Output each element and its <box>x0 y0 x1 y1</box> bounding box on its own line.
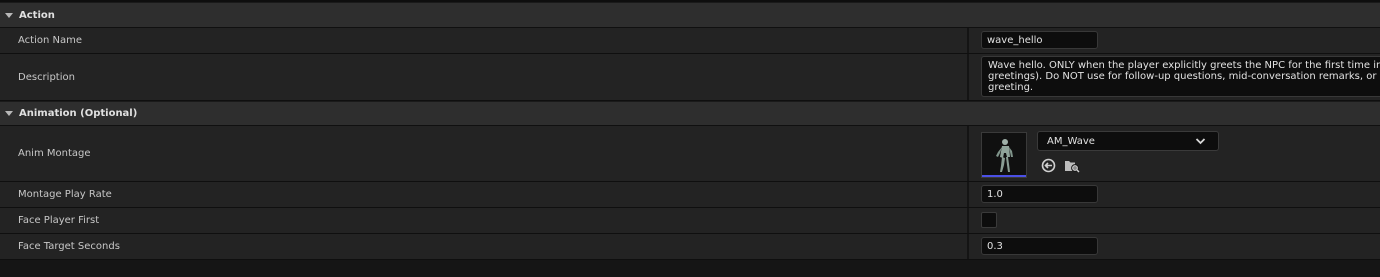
triangle-down-icon[interactable] <box>5 111 13 116</box>
details-panel: Action Action Name wave_hello Descriptio… <box>0 0 1380 277</box>
character-animation-thumbnail <box>996 139 1013 172</box>
montage-play-rate-value: 1.0 <box>987 188 1003 200</box>
property-label-montage-play-rate: Montage Play Rate <box>0 182 969 207</box>
property-value-description: Wave hello. ONLY when the player explici… <box>969 54 1380 100</box>
property-label-face-target-seconds: Face Target Seconds <box>0 234 969 259</box>
property-row-description: Description Wave hello. ONLY when the pl… <box>0 54 1380 101</box>
property-value-action-name: wave_hello <box>969 28 1380 53</box>
property-label-action-name: Action Name <box>0 28 969 53</box>
description-line-3: greeting. <box>988 82 1034 93</box>
property-label-anim-montage: Anim Montage <box>0 126 969 181</box>
property-row-anim-montage: Anim Montage AM_Wave <box>0 126 1380 182</box>
face-target-seconds-value: 0.3 <box>987 240 1003 252</box>
property-row-face-player-first: Face Player First <box>0 208 1380 234</box>
section-title-animation: Animation (Optional) <box>19 108 138 119</box>
property-label-face-player-first: Face Player First <box>0 208 969 233</box>
property-value-face-target-seconds: 0.3 <box>969 234 1380 259</box>
empty-panel-area <box>0 260 1380 276</box>
montage-play-rate-input[interactable]: 1.0 <box>981 185 1098 203</box>
property-value-face-player-first <box>969 208 1380 233</box>
section-header-animation[interactable]: Animation (Optional) <box>0 101 1380 126</box>
property-row-action-name: Action Name wave_hello <box>0 28 1380 54</box>
triangle-down-icon[interactable] <box>5 12 13 18</box>
description-line-1: Wave hello. ONLY when the player explici… <box>988 60 1380 71</box>
face-target-seconds-input[interactable]: 0.3 <box>981 237 1098 255</box>
arrow-left-circle-icon[interactable] <box>1041 158 1056 173</box>
face-player-first-checkbox[interactable] <box>981 212 997 228</box>
thumbnail-accent-bar <box>982 175 1026 177</box>
property-row-face-target-seconds: Face Target Seconds 0.3 <box>0 234 1380 260</box>
action-name-value: wave_hello <box>987 34 1043 46</box>
asset-thumbnail[interactable] <box>981 132 1027 178</box>
anim-montage-combo[interactable]: AM_Wave <box>1037 131 1219 151</box>
property-value-montage-play-rate: 1.0 <box>969 182 1380 207</box>
section-header-action[interactable]: Action <box>0 2 1380 28</box>
folder-search-icon[interactable] <box>1064 158 1080 173</box>
asset-actions <box>1041 158 1080 173</box>
property-value-anim-montage: AM_Wave <box>969 126 1380 181</box>
chevron-down-icon <box>1195 138 1206 145</box>
anim-montage-asset-name: AM_Wave <box>1047 135 1095 147</box>
description-line-2: greetings). Do NOT use for follow-up que… <box>988 71 1380 82</box>
description-textarea[interactable]: Wave hello. ONLY when the player explici… <box>981 56 1380 97</box>
property-label-description: Description <box>0 54 969 100</box>
section-title-action: Action <box>19 9 55 21</box>
action-name-input[interactable]: wave_hello <box>981 31 1098 49</box>
property-row-montage-play-rate: Montage Play Rate 1.0 <box>0 182 1380 208</box>
